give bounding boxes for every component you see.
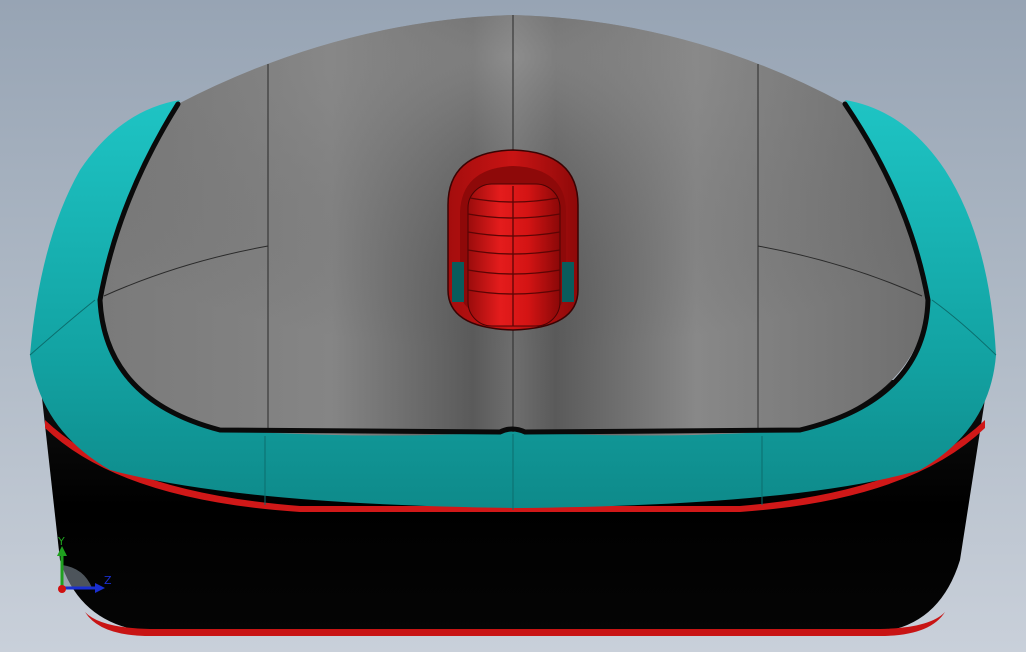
cad-viewport[interactable]: Y Z [0,0,1026,652]
x-axis-dot-icon [58,585,66,593]
z-axis-label: Z [104,574,112,587]
y-axis-label: Y [57,535,65,548]
wheel-slot-gap-left [452,262,464,302]
scroll-wheel[interactable] [467,183,561,327]
wheel-slot-gap-right [562,262,574,302]
scroll-wheel-assembly[interactable] [447,149,579,331]
